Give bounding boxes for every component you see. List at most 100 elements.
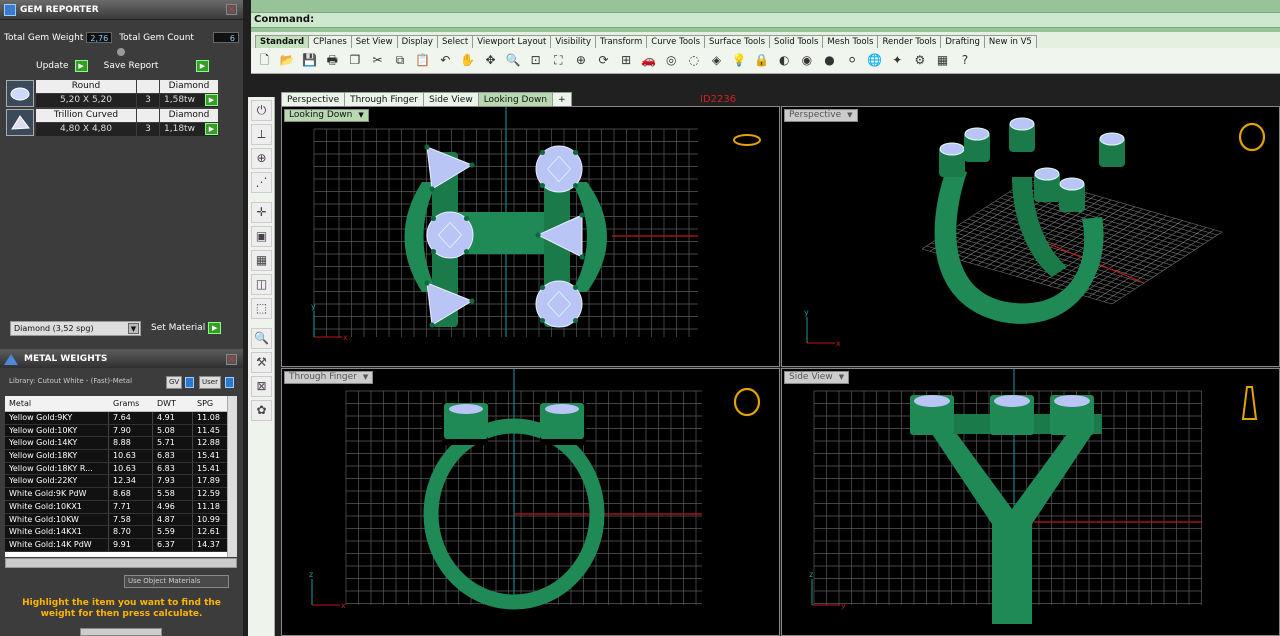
- metal-row[interactable]: White Gold:14K PdW 9.91 6.37 14.37: [5, 538, 237, 552]
- globe-icon[interactable]: 🌐: [866, 52, 883, 69]
- tab-new-in-v5[interactable]: New in V5: [983, 35, 1037, 48]
- rotate-view-icon[interactable]: ⟳: [595, 52, 612, 69]
- viewport-perspective[interactable]: xy Perspective ▼: [781, 106, 1280, 367]
- metal-row[interactable]: White Gold:10KX1 7.71 4.96 11.18: [5, 500, 237, 514]
- zoom-window-icon[interactable]: ⊡: [527, 52, 544, 69]
- update-button[interactable]: Update: [36, 61, 69, 71]
- close-icon[interactable]: ×: [226, 353, 237, 365]
- layers-icon[interactable]: ◈: [708, 52, 725, 69]
- box-ghost-icon[interactable]: ⬚: [251, 298, 272, 319]
- viewport-through-finger[interactable]: xz Through Finger ▼: [281, 368, 780, 636]
- material-icon[interactable]: ●: [821, 52, 838, 69]
- box-shaded-icon[interactable]: ▦: [251, 250, 272, 271]
- metal-row[interactable]: Yellow Gold:14KY 8.88 5.71 12.88: [5, 437, 237, 451]
- gv-toggle[interactable]: [185, 377, 194, 388]
- material-select[interactable]: Diamond (3,52 spg) ▼: [10, 321, 141, 336]
- gear-icon[interactable]: ⚙: [911, 52, 928, 69]
- new-file-icon[interactable]: 🗋: [256, 52, 273, 69]
- splitter-handle[interactable]: [117, 48, 125, 56]
- car-icon[interactable]: 🚗: [640, 52, 657, 69]
- viewport-looking-down[interactable]: xy Looking Down ▼: [281, 106, 780, 367]
- box-icon[interactable]: ▣: [251, 226, 272, 247]
- axis-icon[interactable]: ✛: [251, 202, 272, 223]
- move-icon[interactable]: ✥: [482, 52, 499, 69]
- plane-icon[interactable]: ⟂: [251, 124, 272, 145]
- user-toggle[interactable]: [225, 377, 234, 388]
- chevron-down-icon[interactable]: ▼: [128, 323, 139, 334]
- close-icon[interactable]: ×: [226, 4, 237, 15]
- viewport-tab-through-finger[interactable]: Through Finger: [344, 92, 424, 106]
- zoom-icon[interactable]: 🔍: [505, 52, 522, 69]
- grid-icon[interactable]: ▦: [934, 52, 951, 69]
- paste-icon[interactable]: 📋: [414, 52, 431, 69]
- duplicate-icon[interactable]: ⧉: [392, 52, 409, 69]
- sphere-icon[interactable]: ⚪: [844, 52, 861, 69]
- light-icon[interactable]: 💡: [731, 52, 748, 69]
- col-grams[interactable]: Grams: [113, 396, 157, 412]
- metal-row[interactable]: Yellow Gold:18KY 10.63 6.83 15.41: [5, 450, 237, 463]
- metal-row[interactable]: White Gold:14KX1 8.70 5.59 12.61: [5, 526, 237, 539]
- viewport-side-view[interactable]: yz Side View ▼: [781, 368, 1280, 636]
- user-button[interactable]: User: [199, 376, 221, 389]
- viewport-tab-perspective[interactable]: Perspective: [281, 92, 346, 106]
- command-line[interactable]: Command:: [251, 12, 1280, 28]
- horizontal-scrollbar[interactable]: [5, 558, 237, 568]
- metal-row[interactable]: Yellow Gold:22KY 12.34 7.93 17.89: [5, 475, 237, 489]
- gem-row[interactable]: Trillion Curved Diamond 4,80 X 4,80 3 1,…: [6, 109, 218, 136]
- help-icon[interactable]: ?: [957, 52, 974, 69]
- chevron-down-icon[interactable]: ▼: [839, 372, 844, 383]
- chevron-down-icon[interactable]: ▼: [358, 110, 363, 121]
- pan-icon[interactable]: ✋: [459, 52, 476, 69]
- search-icon[interactable]: 🔍: [251, 328, 272, 349]
- cplane-icon[interactable]: ◌: [685, 52, 702, 69]
- col-metal[interactable]: Metal: [9, 396, 113, 412]
- tab-transform[interactable]: Transform: [595, 35, 648, 48]
- viewport-tab-side-view[interactable]: Side View: [423, 92, 479, 106]
- save-report-button[interactable]: Save Report: [104, 61, 159, 71]
- save-icon[interactable]: 💾: [301, 52, 318, 69]
- tab-visibility[interactable]: Visibility: [550, 35, 597, 48]
- tab-select[interactable]: Select: [436, 35, 474, 48]
- zoom-selected-icon[interactable]: ⊕: [572, 52, 589, 69]
- tab-cplanes[interactable]: CPlanes: [308, 35, 352, 48]
- open-icon[interactable]: 📂: [279, 52, 296, 69]
- gem-row[interactable]: Round Diamond 5,20 X 5,20 3 1,58tw ▶: [6, 80, 218, 107]
- viewport-title[interactable]: Perspective ▼: [784, 109, 858, 122]
- viewport-title[interactable]: Looking Down ▼: [284, 109, 369, 122]
- select-gem-icon[interactable]: ▶: [205, 94, 218, 106]
- metal-table-scrollbar[interactable]: [227, 396, 237, 557]
- metal-row[interactable]: Yellow Gold:10KY 7.90 5.08 11.45: [5, 424, 237, 438]
- tab-standard[interactable]: Standard: [255, 35, 310, 48]
- update-go-icon[interactable]: ▶: [74, 60, 88, 72]
- zoom-extents-icon[interactable]: ⛶: [550, 52, 567, 69]
- shade-icon[interactable]: ◐: [776, 52, 793, 69]
- undo-icon[interactable]: ↶: [437, 52, 454, 69]
- tab-drafting[interactable]: Drafting: [940, 35, 985, 48]
- tab-set-view[interactable]: Set View: [350, 35, 398, 48]
- copy-icon[interactable]: ❐: [346, 52, 363, 69]
- calculate-button[interactable]: [80, 628, 162, 636]
- tab-surface-tools[interactable]: Surface Tools: [704, 35, 771, 48]
- cut-icon[interactable]: ✂: [369, 52, 386, 69]
- tab-mesh-tools[interactable]: Mesh Tools: [822, 35, 879, 48]
- render-icon[interactable]: ◉: [798, 52, 815, 69]
- snap-icon[interactable]: ✦: [889, 52, 906, 69]
- tab-curve-tools[interactable]: Curve Tools: [646, 35, 706, 48]
- print-icon[interactable]: 🖶: [324, 52, 341, 69]
- save-go-icon[interactable]: ▶: [196, 60, 209, 72]
- four-view-icon[interactable]: ⊞: [618, 52, 635, 69]
- gv-button[interactable]: GV: [166, 376, 183, 389]
- metal-row[interactable]: Yellow Gold:18KY R... 10.63 6.83 15.41: [5, 462, 237, 476]
- points-icon[interactable]: ⋰: [251, 172, 272, 193]
- select-gem-icon[interactable]: ▶: [205, 123, 218, 135]
- viewport-title[interactable]: Side View ▼: [784, 371, 850, 384]
- plugin-icon[interactable]: ✿: [251, 400, 272, 421]
- chevron-down-icon[interactable]: ▼: [363, 372, 368, 383]
- metal-row[interactable]: White Gold:10KW 7.58 4.87 10.99: [5, 513, 237, 527]
- metal-row[interactable]: White Gold:9K PdW 8.68 5.58 12.59: [5, 488, 237, 501]
- tab-render-tools[interactable]: Render Tools: [877, 35, 942, 48]
- tab-solid-tools[interactable]: Solid Tools: [769, 35, 824, 48]
- extract-icon[interactable]: ⚒: [251, 352, 272, 373]
- stop-icon[interactable]: ⏻: [251, 100, 272, 121]
- globe-icon[interactable]: ⊕: [251, 148, 272, 169]
